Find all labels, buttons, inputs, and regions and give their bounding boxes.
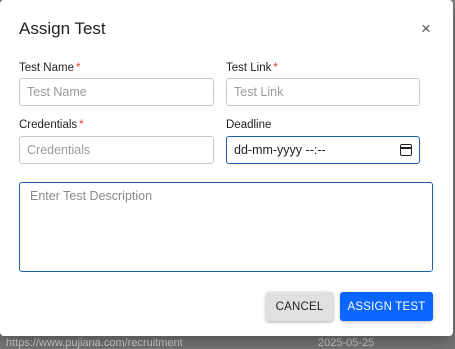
test-name-label: Test Name * bbox=[19, 62, 80, 74]
deadline-label-text: Deadline bbox=[226, 119, 272, 131]
background-date-bottom: 2025-05-25 bbox=[318, 337, 375, 349]
background-link-text: https://www.pujiana.com/recruitment bbox=[6, 337, 183, 349]
test-link-label: Test Link * bbox=[226, 62, 278, 74]
credentials-input[interactable]: Credentials bbox=[19, 136, 214, 164]
test-name-input[interactable]: Test Name bbox=[19, 78, 214, 106]
close-icon[interactable]: × bbox=[419, 20, 433, 38]
assign-test-button[interactable]: ASSIGN TEST bbox=[340, 292, 433, 321]
cancel-button[interactable]: CANCEL bbox=[266, 292, 333, 321]
required-mark: * bbox=[273, 62, 278, 74]
deadline-label: Deadline bbox=[226, 119, 271, 131]
required-mark: * bbox=[75, 62, 81, 74]
dialog-title: Assign Test bbox=[19, 19, 106, 38]
deadline-value: dd-mm-yyyy --:-- bbox=[234, 143, 326, 157]
deadline-input[interactable]: dd-mm-yyyy --:-- bbox=[226, 136, 420, 164]
credentials-label-text: Credentials bbox=[19, 119, 78, 131]
test-name-label-text: Test Name bbox=[19, 62, 74, 74]
credentials-label: Credentials * bbox=[19, 119, 84, 131]
assign-test-dialog: Assign Test × Test Name * Test Name Test … bbox=[0, 0, 453, 336]
required-mark: * bbox=[79, 119, 84, 131]
calendar-icon[interactable] bbox=[400, 144, 412, 156]
description-textarea[interactable]: Enter Test Description bbox=[19, 182, 433, 272]
test-link-label-text: Test Link bbox=[226, 62, 272, 74]
test-link-input[interactable]: Test Link bbox=[226, 78, 420, 106]
